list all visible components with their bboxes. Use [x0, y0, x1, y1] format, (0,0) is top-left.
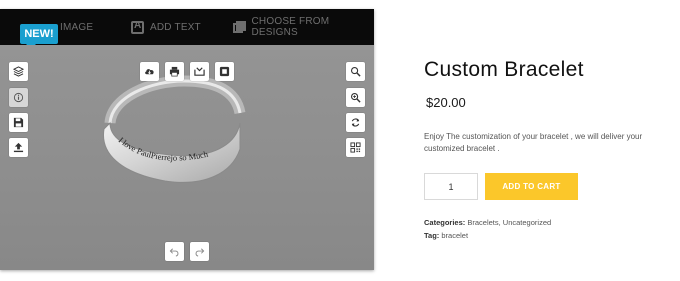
- text-icon: [131, 20, 144, 34]
- upload-button[interactable]: [9, 138, 28, 157]
- product-designer: IMAGE ADD TEXT CHOOSE FROM DESIGNS NEW!: [0, 9, 374, 270]
- layers-button[interactable]: [9, 62, 28, 81]
- zoom-out-icon: [351, 67, 361, 77]
- info-icon: [13, 92, 24, 103]
- share-icon: [194, 67, 205, 76]
- crop-icon: [219, 66, 230, 77]
- product-title: Custom Bracelet: [424, 58, 584, 81]
- share-button[interactable]: [190, 62, 209, 81]
- quantity-input[interactable]: [424, 173, 478, 200]
- qr-code-button[interactable]: [346, 138, 365, 157]
- redo-icon: [195, 248, 205, 257]
- tab-add-text[interactable]: ADD TEXT: [131, 9, 201, 45]
- info-button[interactable]: [9, 88, 28, 107]
- save-icon: [13, 117, 24, 128]
- print-button[interactable]: [165, 62, 184, 81]
- print-icon: [169, 66, 180, 77]
- product-description: Enjoy The customization of your bracelet…: [424, 132, 643, 153]
- layers-icon: [13, 66, 24, 77]
- zoom-in-icon: [351, 93, 361, 103]
- undo-icon: [169, 248, 179, 257]
- product-categories: Categories: Bracelets, Uncategorized: [424, 218, 551, 227]
- tab-choose-designs[interactable]: CHOOSE FROM DESIGNS: [233, 9, 374, 45]
- tag-link[interactable]: bracelet: [441, 231, 468, 240]
- tag-label: Tag:: [424, 231, 440, 240]
- product-tags: Tag: bracelet: [424, 231, 468, 240]
- designs-icon: [233, 20, 246, 34]
- save-button[interactable]: [9, 113, 28, 132]
- reset-icon: [351, 118, 360, 127]
- upload-icon: [13, 142, 24, 153]
- add-to-cart-button[interactable]: ADD TO CART: [485, 173, 578, 200]
- bracelet-image: I love PaulPierrejo so Much: [103, 75, 246, 183]
- zoom-out-button[interactable]: [346, 62, 365, 81]
- cloud-download-button[interactable]: [140, 62, 159, 81]
- category-link[interactable]: Bracelets: [467, 218, 498, 227]
- tab-add-text-label: ADD TEXT: [150, 21, 201, 33]
- cloud-download-icon: [145, 69, 154, 75]
- tab-image-label: IMAGE: [60, 21, 94, 33]
- new-badge: NEW!: [20, 24, 58, 49]
- zoom-in-button[interactable]: [346, 88, 365, 107]
- product-price: $20.00: [426, 95, 466, 110]
- tab-choose-designs-label: CHOOSE FROM DESIGNS: [251, 16, 330, 38]
- crop-button[interactable]: [215, 62, 234, 81]
- undo-button[interactable]: [165, 242, 184, 261]
- redo-button[interactable]: [190, 242, 209, 261]
- categories-label: Categories:: [424, 218, 466, 227]
- qr-code-icon: [350, 142, 361, 153]
- design-canvas[interactable]: I love PaulPierrejo so Much: [0, 45, 374, 270]
- tab-image[interactable]: IMAGE: [60, 9, 93, 45]
- reset-button[interactable]: [346, 113, 365, 132]
- category-link[interactable]: Uncategorized: [503, 218, 551, 227]
